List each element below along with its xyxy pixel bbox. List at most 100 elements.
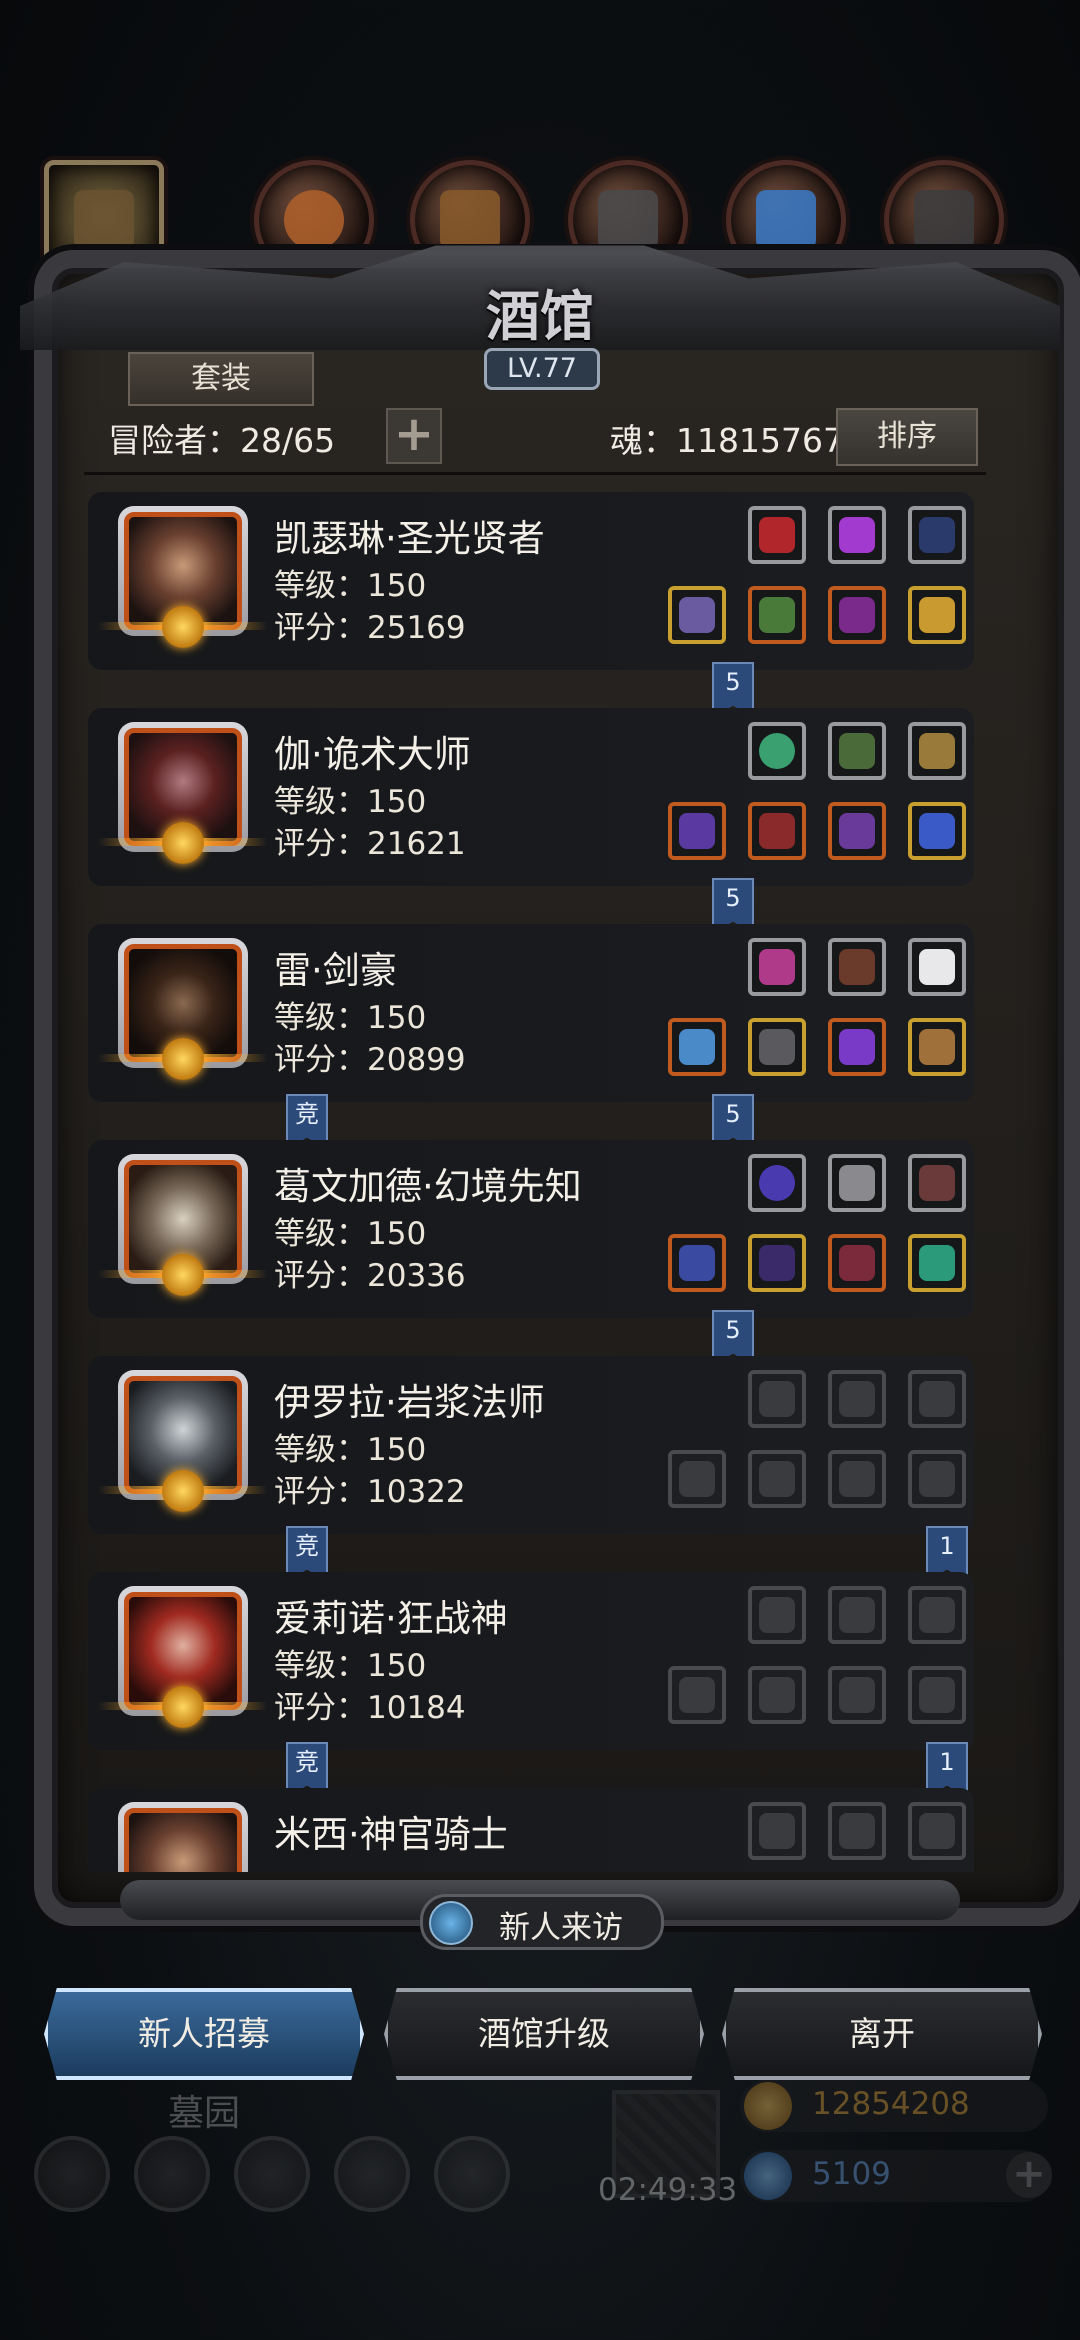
empty-slot-armor-icon[interactable] [748, 1666, 806, 1724]
hero-name: 伽·诡术大师 [274, 733, 471, 776]
star-badge-icon [162, 606, 204, 648]
tavern-level-badge: LV.77 [484, 348, 600, 390]
star-badge-icon [162, 1254, 204, 1296]
equip-slot-horn-icon[interactable] [908, 1154, 966, 1212]
empty-slot-hourglass-icon[interactable] [828, 1802, 886, 1860]
star-icon [134, 2136, 210, 2212]
hero-portrait [98, 1586, 268, 1728]
empty-slot-flame-icon[interactable] [748, 1802, 806, 1860]
clock-icon [429, 1901, 473, 1945]
hero-portrait [118, 1802, 248, 1872]
equip-slot-helm-icon[interactable] [828, 722, 886, 780]
equip-slot-orb-icon[interactable] [748, 1154, 806, 1212]
empty-slot-ring-icon[interactable] [828, 1450, 886, 1508]
star-badge-icon [162, 1470, 204, 1512]
equip-slot-bow-icon[interactable] [908, 506, 966, 564]
equip-slot-amulet-icon[interactable] [828, 586, 886, 644]
hero-card[interactable]: 葛文加德·幻境先知 等级：150 评分：20336 [88, 1140, 974, 1318]
hero-name: 雷·剑豪 [274, 949, 397, 992]
hero-score: 评分：21621 [274, 826, 466, 862]
equip-slot-crystal-icon[interactable] [828, 1018, 886, 1076]
upgrade-tavern-button[interactable]: 酒馆升级 [384, 1988, 704, 2080]
gold-icon [744, 2082, 792, 2130]
equip-slot-mask-icon[interactable] [828, 1234, 886, 1292]
graveyard-label: 墓园 [168, 2093, 241, 2134]
empty-slot-flame-icon[interactable] [748, 1586, 806, 1644]
soul-count: 魂：11815767 [610, 421, 844, 460]
hero-portrait [98, 506, 268, 648]
equip-slot-armor-icon[interactable] [748, 802, 806, 860]
set-button[interactable]: 套装 [128, 352, 314, 406]
hero-level: 等级：150 [274, 1000, 427, 1036]
equip-slot-heart-icon[interactable] [748, 506, 806, 564]
hero-level: 等级：150 [274, 568, 427, 604]
new-visitor-bar[interactable]: 新人来访 [420, 1894, 664, 1950]
equip-slot-feather-icon[interactable] [908, 938, 966, 996]
panel-title: 酒馆 [486, 284, 594, 348]
empty-slot-armor-icon[interactable] [748, 1450, 806, 1508]
equip-slot-emerald-icon[interactable] [908, 1234, 966, 1292]
hero-score: 评分：20336 [274, 1258, 466, 1294]
equip-slot-ring-icon[interactable] [908, 586, 966, 644]
equip-slot-pendant-icon[interactable] [908, 802, 966, 860]
hero-card[interactable]: 伊罗拉·岩浆法师 等级：150 评分：10322 [88, 1356, 974, 1534]
empty-slot-ring-icon[interactable] [908, 1450, 966, 1508]
gold-value: 12854208 [812, 2086, 970, 2122]
hero-portrait [98, 722, 268, 864]
empty-slot-hourglass-icon[interactable] [828, 1370, 886, 1428]
equip-slot-staff-icon[interactable] [668, 1234, 726, 1292]
empty-slot-hourglass-icon[interactable] [828, 1586, 886, 1644]
equip-slot-spear-icon[interactable] [668, 802, 726, 860]
star-badge-icon [162, 1686, 204, 1728]
star-badge-icon [162, 1038, 204, 1080]
settings-icon [34, 2136, 110, 2212]
add-slot-button[interactable]: + [386, 408, 442, 464]
adventurer-count: 冒险者：28/65 [108, 421, 336, 460]
empty-slot-flame-icon[interactable] [748, 1370, 806, 1428]
equip-slot-scroll-icon[interactable] [908, 1018, 966, 1076]
equip-slot-orb-icon[interactable] [748, 722, 806, 780]
book-icon [234, 2136, 310, 2212]
hero-level: 等级：150 [274, 1216, 427, 1252]
equip-slot-staff-icon[interactable] [668, 586, 726, 644]
leave-button[interactable]: 离开 [722, 1988, 1042, 2080]
hero-portrait [98, 1370, 268, 1512]
empty-slot-ring-icon[interactable] [828, 1666, 886, 1724]
empty-slot-hourglass-icon[interactable] [908, 1802, 966, 1860]
empty-slot-hourglass-icon[interactable] [908, 1370, 966, 1428]
hero-card[interactable]: 雷·剑豪 等级：150 评分：20899 [88, 924, 974, 1102]
empty-slot-hourglass-icon[interactable] [908, 1586, 966, 1644]
sort-button[interactable]: 排序 [836, 408, 978, 466]
equip-slot-armor-icon[interactable] [748, 1018, 806, 1076]
equip-slot-gem-icon[interactable] [828, 506, 886, 564]
mail-icon [334, 2136, 410, 2212]
equip-slot-sword-icon[interactable] [668, 1018, 726, 1076]
hero-list[interactable]: 凯瑟琳·圣光贤者 等级：150 评分：25169 5 伽·诡术大师 等级：150… [84, 484, 986, 1872]
new-visitor-label: 新人来访 [499, 1910, 623, 1946]
gem-bar: 5109 [740, 2150, 1048, 2202]
hero-card[interactable]: 爱莉诺·狂战神 等级：150 评分：10184 [88, 1572, 974, 1750]
empty-slot-staff-icon[interactable] [668, 1450, 726, 1508]
empty-slot-axe-icon[interactable] [668, 1666, 726, 1724]
equip-slot-armor-icon[interactable] [748, 586, 806, 644]
equip-slot-mask-icon[interactable] [828, 802, 886, 860]
hero-score: 评分：10184 [274, 1690, 466, 1726]
equip-slot-gem-icon[interactable] [748, 938, 806, 996]
equip-slot-bell-icon[interactable] [908, 722, 966, 780]
equip-slot-rune-icon[interactable] [828, 1154, 886, 1212]
hero-card[interactable]: 米西·神官骑士 [88, 1788, 974, 1872]
hero-score: 评分：10322 [274, 1474, 466, 1510]
equip-slot-robe-icon[interactable] [748, 1234, 806, 1292]
gem-icon [744, 2152, 792, 2200]
hero-name: 伊罗拉·岩浆法师 [274, 1381, 545, 1424]
recruit-button[interactable]: 新人招募 [44, 1988, 364, 2080]
hero-name: 凯瑟琳·圣光贤者 [274, 517, 545, 560]
hero-card[interactable]: 伽·诡术大师 等级：150 评分：21621 [88, 708, 974, 886]
hero-card[interactable]: 凯瑟琳·圣光贤者 等级：150 评分：25169 [88, 492, 974, 670]
equip-slot-antler-icon[interactable] [828, 938, 886, 996]
hero-level: 等级：150 [274, 1432, 427, 1468]
star-badge-icon [162, 822, 204, 864]
add-gem-icon: + [1006, 2152, 1052, 2198]
empty-slot-ring-icon[interactable] [908, 1666, 966, 1724]
hero-portrait [98, 1154, 268, 1296]
